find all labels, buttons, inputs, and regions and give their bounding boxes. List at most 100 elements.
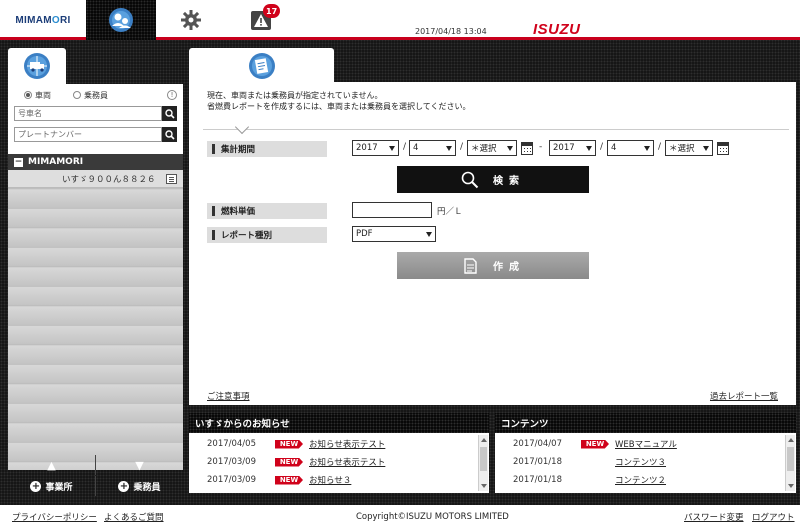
- news-link[interactable]: お知らせ表示テスト: [309, 456, 385, 468]
- add-office-label: 事業所: [45, 482, 73, 493]
- logo-text-pre: MIMAM: [15, 14, 52, 26]
- scroll-up-icon[interactable]: [788, 438, 794, 442]
- vehicle-list: いすゞ９００ん８８２６: [8, 170, 183, 470]
- scroll-up-icon[interactable]: [481, 438, 487, 442]
- tab-fuel-report[interactable]: [189, 48, 334, 84]
- search-mode-radios: 車両 乗務員 !: [8, 86, 183, 104]
- start-year-value: 2017: [356, 143, 378, 153]
- mimamori-logo[interactable]: MIMAM O RI: [0, 0, 86, 40]
- contents-date: 2017/01/18: [513, 475, 562, 485]
- plate-number-search-button[interactable]: [162, 127, 177, 142]
- search-icon: [164, 129, 175, 140]
- main-panel: 現在、車両または乗務員が指定されていません。 省燃費レポートを作成するには、車両…: [189, 82, 796, 405]
- new-badge: NEW: [581, 439, 609, 449]
- create-button[interactable]: 作成: [397, 252, 589, 279]
- new-badge: NEW: [275, 475, 303, 485]
- contents-link[interactable]: コンテンツ２: [615, 474, 666, 486]
- radio-vehicle[interactable]: 車両: [24, 90, 51, 101]
- start-day-value: ＊選択: [471, 144, 497, 154]
- privacy-policy-link[interactable]: プライバシーポリシー: [12, 511, 97, 523]
- plate-number-input[interactable]: [14, 127, 162, 142]
- truck-globe-icon: [24, 53, 50, 79]
- end-month-select[interactable]: 4: [607, 140, 654, 156]
- end-year-value: 2017: [553, 143, 575, 153]
- scroll-thumb[interactable]: [787, 447, 794, 471]
- contents-link[interactable]: WEBマニュアル: [615, 438, 677, 450]
- notice-message: 現在、車両または乗務員が指定されていません。 省燃費レポートを作成するには、車両…: [207, 90, 471, 112]
- scroll-down-icon[interactable]: [481, 484, 487, 488]
- start-month-select[interactable]: 4: [409, 140, 456, 156]
- tab-settings[interactable]: [156, 0, 226, 40]
- tab-user[interactable]: [86, 0, 156, 40]
- end-year-select[interactable]: 2017: [549, 140, 596, 156]
- vehicle-name-search: [14, 106, 177, 121]
- current-datetime: 2017/04/18 13:04: [415, 27, 487, 36]
- add-office-button[interactable]: + 事業所: [8, 476, 96, 496]
- range-separator: -: [539, 142, 543, 152]
- sidebar-tabbar: [4, 46, 183, 84]
- create-button-label: 作成: [493, 262, 525, 273]
- date-separator: /: [658, 142, 662, 152]
- scroll-down-button[interactable]: ▼: [96, 455, 183, 475]
- contents-panel: コンテンツ 2017/04/07 NEW WEBマニュアル 2017/01/18…: [495, 413, 796, 493]
- faq-link[interactable]: よくあるご質問: [104, 511, 164, 523]
- divider: [203, 129, 789, 130]
- sidebar-add-buttons: + 事業所 + 乗務員: [8, 476, 183, 496]
- news-link[interactable]: お知らせ表示テスト: [309, 438, 385, 450]
- caret-down-icon: [586, 146, 592, 151]
- new-badge: NEW: [275, 457, 303, 467]
- contents-scrollbar[interactable]: [785, 435, 795, 491]
- logo-text-post: RI: [59, 14, 71, 26]
- news-scrollbar[interactable]: [478, 435, 488, 491]
- search-button[interactable]: 検索: [397, 166, 589, 193]
- contents-date: 2017/01/18: [513, 457, 562, 467]
- list-item: 2017/01/18 コンテンツ２: [495, 471, 784, 489]
- main-tabbar: [185, 46, 797, 84]
- caret-down-icon: [389, 146, 395, 151]
- list-item[interactable]: いすゞ９００ん８８２６: [8, 170, 183, 188]
- vehicle-name-search-button[interactable]: [162, 106, 177, 121]
- sidebar-tab-search[interactable]: [8, 48, 66, 84]
- report-icon: [248, 53, 275, 79]
- caret-down-icon: [507, 146, 513, 151]
- scroll-thumb[interactable]: [480, 447, 487, 471]
- logout-link[interactable]: ログアウト: [752, 511, 795, 523]
- change-password-link[interactable]: パスワード変更: [684, 511, 744, 523]
- search-icon: [461, 171, 479, 189]
- search-button-label: 検索: [493, 176, 525, 187]
- fuel-price-input[interactable]: [352, 202, 432, 218]
- fuel-price-unit: 円／Ｌ: [437, 207, 463, 217]
- radio-driver[interactable]: 乗務員: [73, 90, 108, 101]
- past-reports-link[interactable]: 過去レポート一覧: [710, 390, 778, 402]
- collapse-icon[interactable]: −: [14, 157, 23, 167]
- calendar-icon[interactable]: [717, 142, 729, 155]
- notes-link[interactable]: ご注意事項: [207, 390, 250, 402]
- info-icon[interactable]: !: [167, 90, 177, 100]
- add-driver-button[interactable]: + 乗務員: [96, 476, 183, 496]
- date-separator: /: [600, 142, 604, 152]
- vehicle-name-input[interactable]: [14, 106, 162, 121]
- start-year-select[interactable]: 2017: [352, 140, 399, 156]
- caret-down-icon: [644, 146, 650, 151]
- notice-line-1: 現在、車両または乗務員が指定されていません。: [207, 91, 383, 100]
- end-day-select[interactable]: ＊選択: [665, 140, 713, 156]
- detail-list-icon[interactable]: [166, 174, 177, 184]
- report-type-select[interactable]: PDF: [352, 226, 436, 242]
- group-header[interactable]: − MIMAMORI: [8, 154, 183, 170]
- date-separator: /: [460, 142, 464, 152]
- news-date: 2017/03/09: [207, 475, 256, 485]
- radio-dot: [24, 91, 32, 99]
- tab-alerts[interactable]: 17: [226, 0, 296, 40]
- group-name: MIMAMORI: [28, 157, 84, 167]
- app-header: MIMAM O RI 17 2017/04/18 13:04 ISUZU: [0, 0, 800, 40]
- contents-link[interactable]: コンテンツ３: [615, 456, 666, 468]
- scroll-down-icon[interactable]: [788, 484, 794, 488]
- calendar-icon[interactable]: [521, 142, 533, 155]
- copyright: Copyright©ISUZU MOTORS LIMITED: [356, 511, 509, 522]
- document-icon: [461, 257, 479, 275]
- news-link[interactable]: お知らせ３: [309, 474, 351, 486]
- scroll-up-button[interactable]: ▲: [8, 455, 96, 475]
- isuzu-news-panel: いすゞからのお知らせ 2017/04/05 NEW お知らせ表示テスト 2017…: [189, 413, 489, 493]
- radio-driver-label: 乗務員: [84, 90, 108, 100]
- start-day-select[interactable]: ＊選択: [467, 140, 517, 156]
